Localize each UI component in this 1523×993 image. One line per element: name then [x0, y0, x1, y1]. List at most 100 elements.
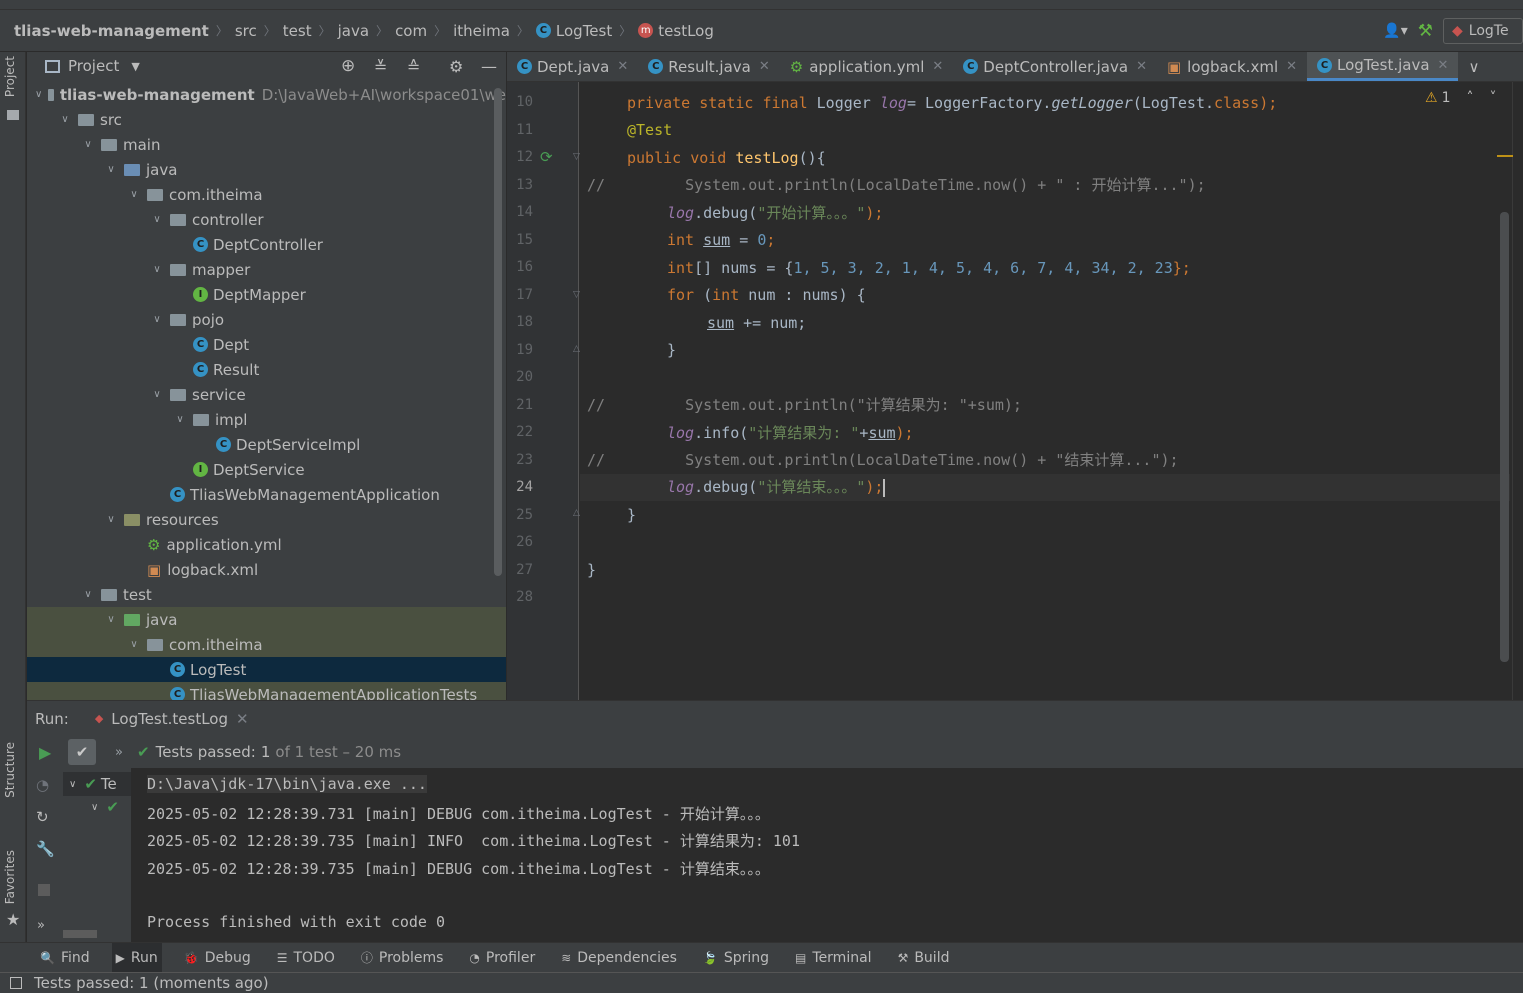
tree-item[interactable]: I DeptService: [27, 457, 506, 482]
wrench-icon[interactable]: 🔧: [36, 840, 55, 858]
editor-tab[interactable]: ⚙ application.yml ✕: [780, 52, 954, 81]
breadcrumb-item[interactable]: test: [283, 22, 312, 40]
tool-window-spring[interactable]: 🍃 Spring: [699, 943, 773, 973]
tree-item[interactable]: I DeptMapper: [27, 282, 506, 307]
tree-item[interactable]: ∨ impl: [27, 407, 506, 432]
fold-icon[interactable]: △: [573, 344, 580, 354]
project-tool-tab[interactable]: Project: [3, 56, 17, 97]
tree-item[interactable]: C DeptServiceImpl: [27, 432, 506, 457]
tree-item[interactable]: ∨ main: [27, 132, 506, 157]
tree-item[interactable]: C TliasWebManagementApplication: [27, 482, 506, 507]
more-icon[interactable]: »: [37, 918, 45, 933]
tool-window-build[interactable]: ⚒ Build: [894, 943, 954, 973]
chevron-down-icon[interactable]: ∨: [150, 264, 164, 275]
chevron-down-icon[interactable]: ∨: [81, 139, 95, 150]
run-config-select[interactable]: ◆ LogTe: [1443, 18, 1523, 44]
tool-windows-icon[interactable]: [10, 977, 22, 989]
close-icon[interactable]: ✕: [759, 59, 770, 74]
chevron-down-icon[interactable]: ▼: [131, 60, 139, 73]
tree-item[interactable]: ∨ pojo: [27, 307, 506, 332]
editor-tab[interactable]: C LogTest.java ✕: [1307, 52, 1459, 81]
tree-item[interactable]: ∨ java: [27, 157, 506, 182]
tree-item[interactable]: ∨ mapper: [27, 257, 506, 282]
run-tab-label[interactable]: LogTest.testLog: [111, 710, 228, 728]
chevron-down-icon[interactable]: ∨: [104, 164, 118, 175]
structure-tool-tab[interactable]: Structure: [3, 742, 17, 798]
close-icon[interactable]: ✕: [617, 59, 628, 74]
tree-scrollbar[interactable]: [494, 88, 502, 576]
chevron-down-icon[interactable]: ∨: [173, 414, 187, 425]
tree-item[interactable]: ∨ com.itheima: [27, 632, 506, 657]
code-editor[interactable]: private static final Logger log= LoggerF…: [580, 82, 1510, 700]
chevron-down-icon[interactable]: ∨: [58, 114, 72, 125]
close-icon[interactable]: ✕: [236, 710, 249, 728]
tree-item[interactable]: C Dept: [27, 332, 506, 357]
chevron-down-icon[interactable]: ∨: [150, 214, 164, 225]
tool-window-problems[interactable]: ⓘ Problems: [357, 943, 448, 973]
chevron-down-icon[interactable]: ∨: [35, 89, 42, 100]
tree-item[interactable]: ∨ tlias-web-management D:\JavaWeb+AI\works…: [27, 82, 506, 107]
stop-square-icon[interactable]: [38, 884, 50, 896]
chevron-down-icon[interactable]: ˅: [1489, 90, 1496, 106]
breadcrumb-item[interactable]: java: [338, 22, 369, 40]
tool-window-find[interactable]: 🔍 Find: [36, 943, 94, 973]
tree-item[interactable]: ▣ logback.xml: [27, 557, 506, 582]
minimize-icon[interactable]: —: [481, 57, 497, 76]
hammer-icon[interactable]: ⚒: [1418, 21, 1433, 41]
tool-window-dependencies[interactable]: ≋ Dependencies: [557, 943, 681, 973]
tool-window-profiler[interactable]: ◔ Profiler: [465, 943, 539, 973]
run-test-gutter-icon[interactable]: ⟳: [540, 148, 553, 166]
breadcrumb-item[interactable]: itheima: [453, 22, 510, 40]
chevron-down-icon[interactable]: ∨: [104, 614, 118, 625]
tool-window-todo[interactable]: ☰ TODO: [273, 943, 339, 973]
editor-tab[interactable]: C Dept.java ✕: [507, 52, 638, 81]
chevron-down-icon[interactable]: ∨: [81, 589, 95, 600]
close-icon[interactable]: ✕: [1286, 59, 1297, 74]
tree-item[interactable]: ∨ controller: [27, 207, 506, 232]
tree-item[interactable]: ∨ src: [27, 107, 506, 132]
fold-icon[interactable]: △: [573, 508, 580, 518]
test-tree-row[interactable]: ∨ ✔: [91, 798, 119, 816]
locate-icon[interactable]: ⊕: [341, 56, 355, 76]
breadcrumb-item[interactable]: C LogTest: [535, 22, 612, 40]
editor-tab[interactable]: C Result.java ✕: [638, 52, 779, 81]
tree-item[interactable]: ⚙ application.yml: [27, 532, 506, 557]
close-icon[interactable]: ✕: [1438, 58, 1449, 73]
rerun-icon[interactable]: ▶: [39, 743, 51, 762]
test-tree-row[interactable]: ∨ ✔ Te: [63, 772, 131, 796]
tree-item[interactable]: ∨ resources: [27, 507, 506, 532]
chevron-up-icon[interactable]: ˄: [1466, 90, 1473, 106]
show-passed-toggle[interactable]: ✔: [68, 739, 96, 765]
tree-item[interactable]: C Result: [27, 357, 506, 382]
breadcrumb-item[interactable]: com: [395, 22, 427, 40]
chevron-down-icon[interactable]: ∨: [150, 389, 164, 400]
collapse-all-icon[interactable]: ≙: [407, 57, 420, 76]
close-icon[interactable]: ✕: [1136, 59, 1147, 74]
tree-item[interactable]: C DeptController: [27, 232, 506, 257]
editor-tab[interactable]: ▣ logback.xml ✕: [1157, 52, 1307, 81]
project-panel-title[interactable]: Project: [68, 57, 119, 75]
gear-icon[interactable]: ⚙: [449, 57, 463, 76]
chevron-down-icon[interactable]: ∨: [150, 314, 164, 325]
warning-marker[interactable]: [1497, 155, 1513, 157]
user-icon[interactable]: 👤▾: [1383, 23, 1407, 39]
editor-scrollbar[interactable]: [1500, 212, 1509, 662]
chevron-down-icon[interactable]: ∨: [127, 189, 141, 200]
stop-icon[interactable]: ◔: [36, 776, 49, 794]
tree-item[interactable]: ∨ test: [27, 582, 506, 607]
tree-item[interactable]: ∨ java: [27, 607, 506, 632]
breadcrumb-item[interactable]: src: [235, 22, 257, 40]
tree-item[interactable]: ∨ com.itheima: [27, 182, 506, 207]
breadcrumb-item[interactable]: tlias-web-management: [14, 22, 209, 40]
close-icon[interactable]: ✕: [932, 59, 943, 74]
breadcrumb-item[interactable]: m testLog: [638, 22, 714, 40]
chevron-down-icon[interactable]: ∨: [127, 639, 141, 650]
inspection-widget[interactable]: ⚠ 1 ˄ ˅: [1425, 90, 1496, 106]
fold-icon[interactable]: ▽: [573, 290, 580, 300]
tool-window-run[interactable]: ▶ Run: [111, 942, 162, 973]
rerun-failed-icon[interactable]: ↻: [36, 808, 49, 826]
expand-all-icon[interactable]: ≚: [374, 57, 387, 76]
tab-overflow-button[interactable]: ∨: [1458, 52, 1489, 81]
tool-window-debug[interactable]: 🐞 Debug: [180, 943, 255, 973]
horizontal-scrollbar[interactable]: [63, 930, 97, 938]
